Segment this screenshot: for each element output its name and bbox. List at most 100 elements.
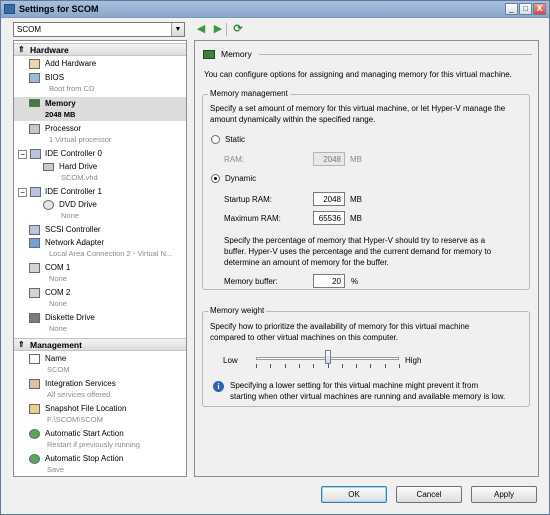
close-button[interactable]: X [533, 3, 546, 15]
forward-arrow-icon[interactable]: ▶ [212, 23, 224, 36]
memory-buffer-label: Memory buffer: [224, 277, 278, 286]
panel-title: Memory [221, 49, 252, 59]
sidebar-item-automatic-start-action[interactable]: Automatic Start Action Restart if previo… [14, 428, 186, 452]
sidebar-item-label: Snapshot File Location [45, 404, 127, 413]
collapse-icon[interactable]: − [18, 188, 27, 197]
sidebar-item-scsi-controller[interactable]: SCSI Controller [14, 224, 186, 236]
add-hardware-icon [29, 59, 40, 69]
sidebar-item-sublabel: Local Area Connection 2 - Virtual N... [49, 249, 173, 258]
memory-management-group: Memory management Specify a set amount o… [202, 89, 530, 290]
sidebar-item-automatic-stop-action[interactable]: Automatic Stop Action Save [14, 453, 186, 476]
sidebar-item-sublabel: None [49, 324, 67, 333]
chevron-down-icon[interactable]: ▼ [171, 23, 184, 36]
minimize-button[interactable]: _ [505, 3, 518, 15]
info-icon: i [213, 381, 224, 392]
dynamic-radio[interactable] [211, 174, 220, 183]
vm-select-value: SCOM [17, 25, 41, 34]
dvd-drive-icon [43, 200, 54, 210]
app-icon [4, 4, 15, 14]
sidebar-item-label: DVD Drive [59, 200, 97, 209]
sidebar-item-dvd-drive[interactable]: DVD Drive None [14, 199, 186, 223]
sidebar-item-ide-controller-0[interactable]: − IDE Controller 0 [14, 148, 186, 160]
sidebar-item-label: SCSI Controller [45, 225, 101, 234]
maximum-ram-label: Maximum RAM: [224, 214, 281, 223]
scsi-controller-icon [29, 225, 40, 235]
collapse-icon[interactable]: ⇑ [18, 45, 25, 54]
hard-drive-icon [43, 163, 54, 171]
com-port-icon [29, 288, 40, 298]
sidebar-item-label: Hard Drive [59, 162, 98, 171]
ide-controller-icon [30, 187, 41, 197]
sidebar-item-integration-services[interactable]: Integration Services All services offere… [14, 378, 186, 402]
slider-tick [341, 364, 343, 368]
sidebar-item-snapshot-file-location[interactable]: Snapshot File Location F:\SCOM\SCOM [14, 403, 186, 427]
toolbar-separator [226, 23, 227, 36]
integration-services-icon [29, 379, 40, 389]
memory-icon [203, 50, 215, 59]
sidebar-item-bios[interactable]: BIOS Boot from CD [14, 72, 186, 96]
hardware-section-header[interactable]: ⇑ Hardware [14, 43, 186, 56]
sidebar-item-sublabel: Boot from CD [49, 84, 95, 93]
header-divider [259, 54, 532, 55]
sidebar-item-add-hardware[interactable]: Add Hardware [14, 58, 186, 70]
sidebar-item-label: Add Hardware [45, 59, 97, 68]
sidebar-item-com1[interactable]: COM 1 None [14, 262, 186, 286]
slider-tick [384, 364, 386, 368]
slider-tick [298, 364, 300, 368]
snapshot-folder-icon [29, 404, 40, 414]
startup-ram-input[interactable]: 2048 [313, 192, 345, 206]
sidebar-item-name[interactable]: Name SCOM [14, 353, 186, 377]
sidebar-item-sublabel: Save [47, 465, 65, 474]
vm-select[interactable]: SCOM ▼ [13, 22, 185, 37]
ok-button[interactable]: OK [321, 486, 387, 503]
slider-tick [256, 364, 257, 368]
back-arrow-icon[interactable]: ◀ [195, 23, 207, 36]
sidebar-item-hard-drive[interactable]: Hard Drive SCOM.vhd [14, 161, 186, 185]
sidebar-item-processor[interactable]: Processor 1 Virtual processor [14, 123, 186, 147]
sidebar-item-label: COM 1 [45, 263, 71, 272]
ram-label: RAM: [224, 155, 244, 164]
refresh-icon[interactable]: ⟳ [232, 23, 244, 36]
group-title: Memory management [208, 89, 290, 98]
sidebar-item-label: Integration Services [45, 379, 116, 388]
weight-info-line: Specifying a lower setting for this virt… [230, 381, 479, 390]
settings-tree: ⇑ Hardware Add Hardware BIOS Boot from C… [13, 40, 187, 477]
sidebar-item-sublabel: None [49, 274, 67, 283]
slider-tick [399, 364, 400, 368]
sidebar-item-ide-controller-1[interactable]: − IDE Controller 1 [14, 186, 186, 198]
collapse-icon[interactable]: ⇑ [18, 340, 25, 349]
buffer-description-line: buffer. Hyper-V uses the percentage and … [224, 247, 492, 256]
stop-action-icon [29, 454, 40, 464]
buffer-description-line: Specify the percentage of memory that Hy… [224, 236, 486, 245]
sidebar-item-network-adapter[interactable]: Network Adapter Local Area Connection 2 … [14, 237, 186, 261]
slider-tick [356, 364, 358, 368]
sidebar-item-sublabel: SCOM [47, 365, 70, 374]
maximum-ram-input[interactable]: 65536 [313, 211, 345, 225]
sidebar-item-sublabel: Restart if previously running [47, 440, 140, 449]
sidebar-item-label: Automatic Start Action [45, 429, 124, 438]
maximize-button[interactable]: □ [519, 3, 532, 15]
startup-ram-unit: MB [350, 195, 362, 204]
static-radio[interactable] [211, 135, 220, 144]
memory-weight-slider-thumb[interactable] [324, 350, 331, 364]
sidebar-item-com2[interactable]: COM 2 None [14, 287, 186, 311]
apply-button[interactable]: Apply [471, 486, 537, 503]
slider-tick [313, 364, 315, 368]
collapse-icon[interactable]: − [18, 150, 27, 159]
weight-low-label: Low [223, 356, 238, 365]
slider-tick [270, 364, 272, 368]
maximum-ram-unit: MB [350, 214, 362, 223]
sidebar-item-label: Name [45, 354, 67, 363]
management-section-header[interactable]: ⇑ Management [14, 338, 186, 351]
sidebar-item-diskette-drive[interactable]: Diskette Drive None [14, 312, 186, 336]
sidebar-item-memory[interactable]: Memory 2048 MB [14, 97, 186, 121]
memory-buffer-input[interactable]: 20 [313, 274, 345, 288]
sidebar-item-label: Automatic Stop Action [45, 454, 124, 463]
sidebar-item-label: Processor [45, 124, 82, 133]
sidebar-item-sublabel: 2048 MB [45, 110, 76, 119]
weight-description-line: Specify how to prioritize the availabili… [210, 322, 470, 331]
startup-ram-label: Startup RAM: [224, 195, 273, 204]
start-action-icon [29, 429, 40, 439]
cancel-button[interactable]: Cancel [396, 486, 462, 503]
ram-input[interactable]: 2048 [313, 152, 345, 166]
